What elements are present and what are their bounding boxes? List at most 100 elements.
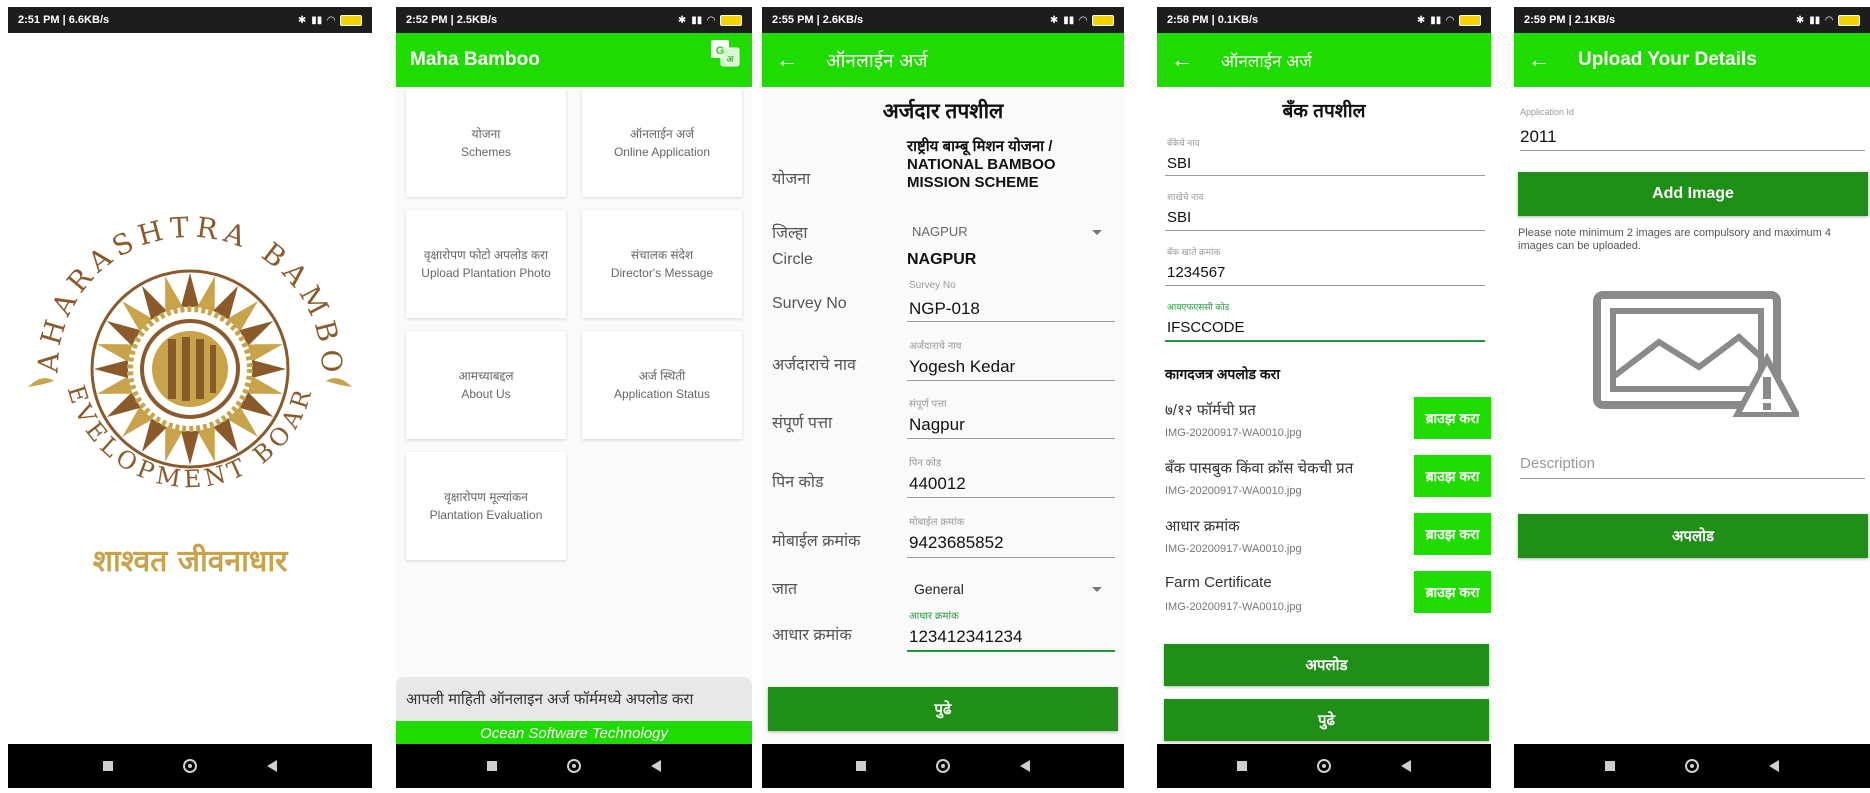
app-bar: ← ऑनलाईन अर्ज <box>762 33 1124 87</box>
home-icon[interactable] <box>567 759 581 773</box>
next-button[interactable]: पुढे <box>1164 699 1489 741</box>
wifi-icon: ◠ <box>1446 14 1454 26</box>
status-icons: ✱ ▮▮ ◠ <box>1416 14 1481 26</box>
back-nav-icon[interactable] <box>1020 760 1030 772</box>
next-button[interactable]: पुढे <box>768 687 1118 731</box>
back-arrow-icon[interactable]: ← <box>776 47 798 73</box>
circle-label: Circle <box>772 251 813 268</box>
document-title: आधार क्रमांक <box>1165 518 1240 535</box>
back-nav-icon[interactable] <box>267 760 277 772</box>
android-nav-bar <box>1157 744 1491 788</box>
back-arrow-icon[interactable]: ← <box>1528 47 1550 73</box>
home-icon[interactable] <box>936 759 950 773</box>
maharashtra-bamboo-logo: MAHARASHTRA BAMBOO DEVELOPMENT BOARD <box>18 197 352 494</box>
district-label: जिल्हा <box>772 225 808 242</box>
bluetooth-icon: ✱ <box>677 14 687 26</box>
recents-icon[interactable] <box>487 761 497 771</box>
mobile-value: 9423685852 <box>909 533 1004 552</box>
tile-label-en: Application Status <box>613 387 711 401</box>
browse-button[interactable]: ब्राउझ करा <box>1414 397 1491 439</box>
circle-value: NAGPUR <box>907 251 977 268</box>
recents-icon[interactable] <box>103 761 113 771</box>
recents-icon[interactable] <box>1237 761 1247 771</box>
mobile-hint: मोबाईल क्रमांक <box>909 517 965 528</box>
upload-button[interactable]: अपलोड <box>1164 644 1489 686</box>
survey-hint: Survey No <box>909 280 956 291</box>
status-time: 2:51 PM | 6.6KB/s <box>18 14 110 26</box>
browse-button[interactable]: ब्राउझ करा <box>1414 455 1491 497</box>
status-icons: ✱ ▮▮ ◠ <box>1049 14 1114 26</box>
back-nav-icon[interactable] <box>1401 760 1411 772</box>
section-title: बँक तपशील <box>1282 101 1366 122</box>
browse-button[interactable]: ब्राउझ करा <box>1414 513 1491 555</box>
document-title: बँक पासबुक किंवा क्रॉस चेकची प्रत <box>1165 460 1354 477</box>
status-bar: 2:59 PM | 2.1KB/s ✱ ▮▮ ◠ <box>1514 7 1870 33</box>
survey-label: Survey No <box>772 295 847 312</box>
tile-label-mr: आमच्याबद्दल <box>458 369 514 383</box>
bank-name-value: SBI <box>1167 155 1192 172</box>
recents-icon[interactable] <box>1605 761 1615 771</box>
home-icon[interactable] <box>1685 759 1699 773</box>
signal-icon: ▮▮ <box>691 14 703 26</box>
branch-hint: शाखेचे नाव <box>1167 192 1204 202</box>
app-title: ऑनलाईन अर्ज <box>826 51 928 72</box>
back-arrow-icon[interactable]: ← <box>1171 47 1193 73</box>
signal-icon: ▮▮ <box>1430 14 1442 26</box>
scheme-label: योजना <box>772 171 811 188</box>
aadhar-label: आधार क्रमांक <box>772 627 852 644</box>
battery-icon <box>340 14 362 26</box>
description-input: Description <box>1520 455 1596 472</box>
android-nav-bar <box>762 744 1124 788</box>
battery-icon <box>1092 14 1114 26</box>
tile-upload-plantation-photo[interactable]: वृक्षारोपण फोटो अपलोड करा Upload Plantat… <box>406 210 566 318</box>
pin-hint: पिन कोड <box>909 458 942 469</box>
bluetooth-icon: ✱ <box>1416 14 1426 26</box>
tile-schemes[interactable]: योजना Schemes <box>406 89 566 197</box>
status-time: 2:58 PM | 0.1KB/s <box>1167 14 1259 26</box>
footer-company: Ocean Software Technology <box>396 721 752 745</box>
bank-name-hint: बँकेचे नाव <box>1167 138 1200 148</box>
battery-icon <box>1459 14 1481 26</box>
aadhar-hint: आधार क्रमांक <box>909 611 959 622</box>
image-note: Please note minimum 2 images are compuls… <box>1518 227 1832 252</box>
home-icon[interactable] <box>1317 759 1331 773</box>
home-icon[interactable] <box>183 759 197 773</box>
tile-application-status[interactable]: अर्ज स्थिती Application Status <box>582 331 742 439</box>
name-value: Yogesh Kedar <box>909 357 1016 376</box>
translate-icon[interactable]: G अ <box>710 39 740 67</box>
upload-button[interactable]: अपलोड <box>1518 514 1868 558</box>
document-file: IMG-20200917-WA0010.jpg <box>1165 601 1302 613</box>
chevron-down-icon <box>1092 230 1102 235</box>
tile-about-us[interactable]: आमच्याबद्दल About Us <box>406 331 566 439</box>
battery-icon <box>720 14 742 26</box>
document-file: IMG-20200917-WA0010.jpg <box>1165 427 1302 439</box>
battery-icon <box>1838 14 1860 26</box>
android-nav-bar <box>8 744 372 788</box>
document-file: IMG-20200917-WA0010.jpg <box>1165 543 1302 555</box>
scheme-value: राष्ट्रीय बाम्बू मिशन योजना / NATIONAL B… <box>907 138 1056 191</box>
tile-label-mr: योजना <box>471 127 501 141</box>
branch-value: SBI <box>1167 209 1192 226</box>
application-id-value: 2011 <box>1520 127 1557 146</box>
tile-online-application[interactable]: ऑनलाईन अर्ज Online Application <box>582 89 742 197</box>
name-hint: अर्जदाराचे नाव <box>909 341 962 352</box>
phone-splash-screen: 2:51 PM | 6.6KB/s ✱ ▮▮ ◠ MAHARASHTRA BAM… <box>8 7 372 788</box>
app-title: ऑनलाईन अर्ज <box>1221 51 1312 71</box>
back-nav-icon[interactable] <box>651 760 661 772</box>
phone-upload-details: 2:59 PM | 2.1KB/s ✱ ▮▮ ◠ ← Upload Your D… <box>1514 7 1870 788</box>
tile-plantation-evaluation[interactable]: वृक्षारोपण मूल्यांकन Plantation Evaluati… <box>406 452 566 560</box>
status-bar: 2:51 PM | 6.6KB/s ✱ ▮▮ ◠ <box>8 7 372 33</box>
bluetooth-icon: ✱ <box>1049 14 1059 26</box>
caste-value: General <box>914 581 964 597</box>
svg-text:G: G <box>716 45 725 57</box>
browse-button[interactable]: ब्राउझ करा <box>1414 571 1491 613</box>
tile-label-en: Online Application <box>613 145 711 159</box>
caste-label: जात <box>772 581 798 598</box>
add-image-button[interactable]: Add Image <box>1518 172 1868 216</box>
mobile-label: मोबाईल क्रमांक <box>772 533 861 550</box>
status-icons: ✱ ▮▮ ◠ <box>677 14 742 26</box>
tile-directors-message[interactable]: संचालक संदेश Director's Message <box>582 210 742 318</box>
back-nav-icon[interactable] <box>1769 760 1779 772</box>
recents-icon[interactable] <box>856 761 866 771</box>
ifsc-value: IFSCCODE <box>1167 319 1245 336</box>
